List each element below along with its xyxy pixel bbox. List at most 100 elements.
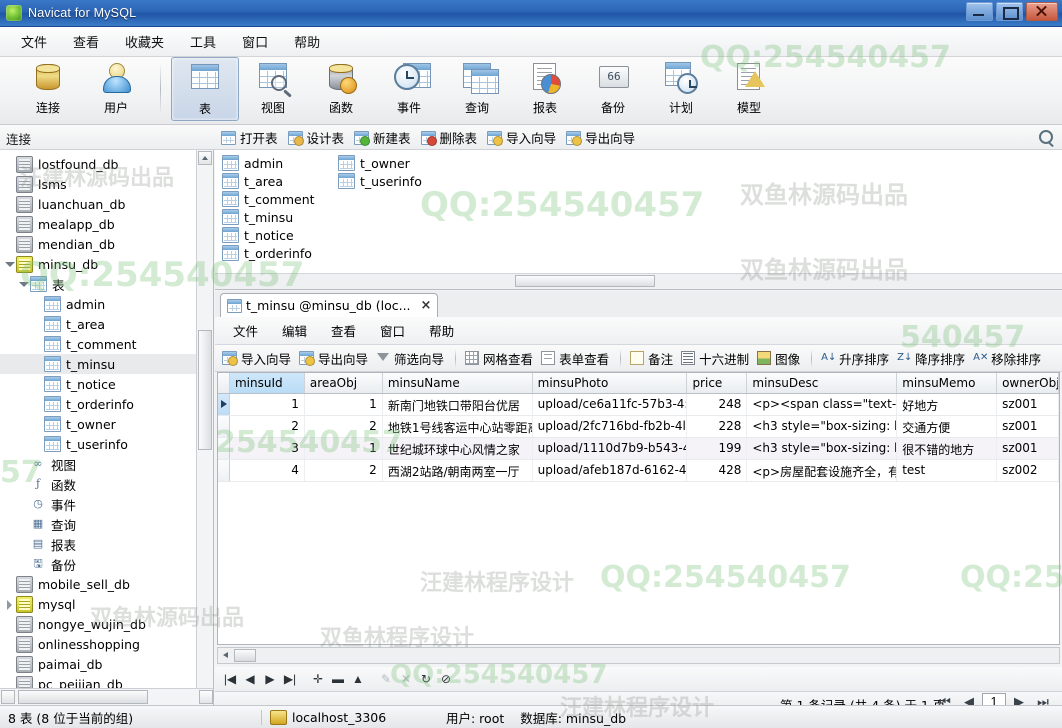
data-import-wizard-button[interactable]: 导入向导 (219, 347, 296, 370)
menu-item-tools[interactable]: 工具 (177, 28, 229, 55)
menu-item-view[interactable]: 查看 (60, 28, 112, 55)
sub-menu-edit[interactable]: 编辑 (270, 318, 319, 343)
open-table-button[interactable]: 打开表 (218, 126, 285, 149)
grid-column-header-minsuId[interactable]: minsuId (229, 373, 305, 393)
tree-hscroll-left-button[interactable] (1, 690, 15, 704)
hex-button[interactable]: 十六进制 (678, 347, 754, 370)
new-table-button[interactable]: 新建表 (351, 126, 418, 149)
toolbar-user[interactable]: 用户 (82, 57, 150, 121)
grid-cell-ownerObj[interactable]: sz001 (997, 416, 1059, 437)
grid-cell-minsuId[interactable]: 4 (230, 460, 305, 481)
toolbar-backup[interactable]: 66 备份 (579, 57, 647, 121)
grid-cell-minsuPhoto[interactable]: upload/1110d7b9-b543-4 (533, 438, 688, 459)
grid-hscroll-thumb[interactable] (234, 649, 256, 662)
row-gutter[interactable] (218, 438, 230, 459)
grid-column-header-minsuDesc[interactable]: minsuDesc (747, 373, 898, 393)
table-list-item[interactable]: t_comment (219, 190, 315, 208)
import-wizard-button[interactable]: 导入向导 (484, 126, 563, 149)
grid-cell-minsuName[interactable]: 西湖2站路/朝南两室一厅 (383, 460, 533, 481)
tree-node-onlinesshopping[interactable]: onlinesshopping (0, 634, 213, 654)
grid-cell-price[interactable]: 199 (687, 438, 748, 459)
tree-node-paimai_db[interactable]: paimai_db (0, 654, 213, 674)
tree-node-mysql[interactable]: mysql (0, 594, 213, 614)
grid-cell-areaObj[interactable]: 2 (305, 416, 383, 437)
tree-node-mealapp_db[interactable]: mealapp_db (0, 214, 213, 234)
tree-node-t_minsu[interactable]: t_minsu (0, 354, 213, 374)
grid-cell-minsuDesc[interactable]: <h3 style="box-sizing: b (747, 438, 898, 459)
grid-cell-minsuId[interactable]: 2 (230, 416, 305, 437)
grid-column-header-price[interactable]: price (687, 373, 748, 393)
tree-node-[interactable]: ∞ 视图 (0, 454, 213, 474)
tree-hscroll-thumb[interactable] (18, 690, 148, 704)
grid-column-header-areaObj[interactable]: areaObj (305, 373, 383, 393)
menu-item-file[interactable]: 文件 (8, 28, 60, 55)
table-list-item[interactable]: t_notice (219, 226, 315, 244)
toolbar-event[interactable]: 事件 (375, 57, 443, 121)
filter-wizard-button[interactable]: 筛选向导 (373, 347, 449, 370)
table-list-item[interactable]: t_userinfo (335, 172, 422, 190)
grid-column-header-minsuMemo[interactable]: minsuMemo (897, 373, 998, 393)
tree-scroll-up-button[interactable] (198, 151, 212, 165)
tree-node-mendian_db[interactable]: mendian_db (0, 234, 213, 254)
sub-menu-file[interactable]: 文件 (221, 318, 270, 343)
toolbar-report[interactable]: 报表 (511, 57, 579, 121)
grid-cell-minsuMemo[interactable]: 交通方便 (897, 416, 998, 437)
design-table-button[interactable]: 设计表 (285, 126, 352, 149)
row-gutter[interactable] (218, 416, 230, 437)
grid-cell-minsuPhoto[interactable]: upload/afeb187d-6162-4 (533, 460, 688, 481)
stop-button[interactable]: ⊘ (437, 670, 455, 688)
toolbar-table[interactable]: 表 (171, 57, 239, 121)
memo-button[interactable]: 备注 (627, 347, 678, 370)
grid-cell-minsuId[interactable]: 3 (230, 438, 305, 459)
search-icon[interactable] (1039, 130, 1054, 148)
data-export-wizard-button[interactable]: 导出向导 (296, 347, 373, 370)
grid-cell-areaObj[interactable]: 1 (305, 438, 383, 459)
grid-view-button[interactable]: 网格查看 (462, 347, 538, 370)
last-record-button[interactable]: ▶| (281, 670, 299, 688)
tree-node-t_area[interactable]: t_area (0, 314, 213, 334)
table-row[interactable]: 4 2 西湖2站路/朝南两室一厅 upload/afeb187d-6162-4 428 <… (218, 460, 1059, 482)
minimize-button[interactable] (966, 2, 993, 21)
tree-node-admin[interactable]: admin (0, 294, 213, 314)
grid-cell-minsuDesc[interactable]: <p>房屋配套设施齐全，有 (747, 460, 898, 481)
tree-node-[interactable]: ◷ 事件 (0, 494, 213, 514)
toolbar-schedule[interactable]: 计划 (647, 57, 715, 121)
tree-node-[interactable]: ▤ 报表 (0, 534, 213, 554)
table-row[interactable]: 1 1 新南门地铁口带阳台优居 upload/ce6a11fc-57b3-4: 248 <… (218, 394, 1059, 416)
chevron-down-icon[interactable] (18, 279, 29, 290)
grid-cell-minsuMemo[interactable]: test (897, 460, 998, 481)
tree-node-luanchuan_db[interactable]: luanchuan_db (0, 194, 213, 214)
grid-cell-ownerObj[interactable]: sz001 (997, 394, 1059, 415)
sort-desc-button[interactable]: Z↓ 降序排序 (894, 347, 970, 370)
chevron-down-icon[interactable] (4, 259, 15, 270)
tree-node-[interactable]: 表 (0, 274, 213, 294)
table-list-hscrollbar[interactable] (215, 273, 1062, 289)
tree-node-[interactable]: 🖫 备份 (0, 554, 213, 574)
menu-item-window[interactable]: 窗口 (229, 28, 281, 55)
edit-record-button[interactable]: ✎ (377, 670, 395, 688)
tree-node-lostfound_db[interactable]: lostfound_db (0, 154, 213, 174)
toolbar-view[interactable]: 视图 (239, 57, 307, 121)
table-list-item[interactable]: t_orderinfo (219, 244, 315, 262)
toolbar-model[interactable]: 模型 (715, 57, 783, 121)
insert-record-button[interactable]: ✛ (309, 670, 327, 688)
first-record-button[interactable]: |◀ (221, 670, 239, 688)
tree-node-nongye_wujin_db[interactable]: nongye_wujin_db (0, 614, 213, 634)
grid-hscroll-left-button[interactable] (219, 649, 232, 662)
refresh-button[interactable]: ↻ (417, 670, 435, 688)
grid-cell-minsuName[interactable]: 地铁1号线客运中心站零距离 (383, 416, 533, 437)
grid-column-header-minsuName[interactable]: minsuName (383, 373, 533, 393)
toolbar-function[interactable]: 函数 (307, 57, 375, 121)
sort-remove-button[interactable]: A✕ 移除排序 (970, 347, 1046, 370)
cancel-change-button[interactable]: ✕ (397, 670, 415, 688)
grid-cell-price[interactable]: 428 (687, 460, 748, 481)
tab-t-minsu[interactable]: t_minsu @minsu_db (loc... × (220, 293, 439, 317)
grid-cell-ownerObj[interactable]: sz001 (997, 438, 1059, 459)
sub-menu-window[interactable]: 窗口 (368, 318, 417, 343)
tree-node-mobile_sell_db[interactable]: mobile_sell_db (0, 574, 213, 594)
tree-node-minsu_db[interactable]: minsu_db (0, 254, 213, 274)
grid-column-header-minsuPhoto[interactable]: minsuPhoto (533, 373, 688, 393)
current-row-indicator[interactable] (218, 394, 230, 415)
sub-menu-view[interactable]: 查看 (319, 318, 368, 343)
tree-node-t_orderinfo[interactable]: t_orderinfo (0, 394, 213, 414)
